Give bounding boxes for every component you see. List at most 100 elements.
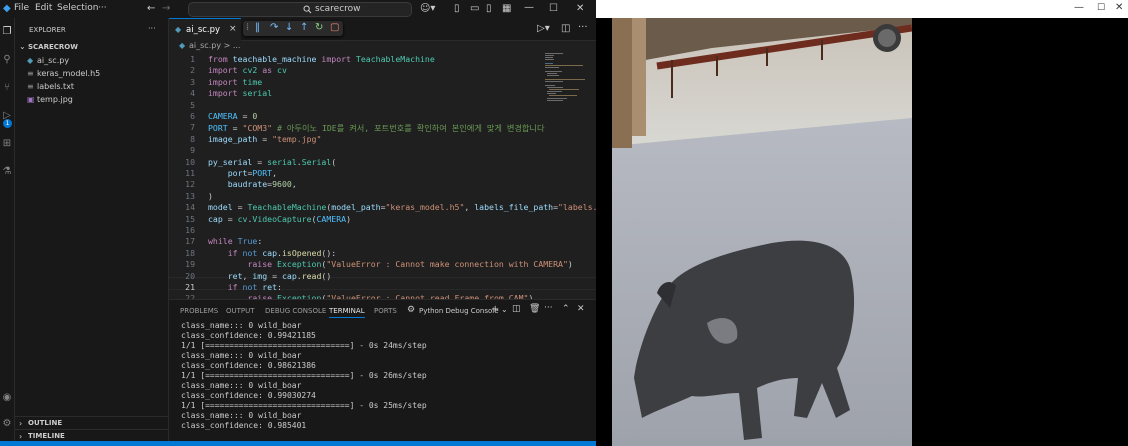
forward-arrow-icon[interactable]: → [162, 3, 170, 15]
folder-scarecrow[interactable]: SCARECROW [28, 43, 78, 51]
code-line: image_path = "temp.jpg" [208, 134, 322, 144]
terminal-instance-label[interactable]: Python Debug Console [419, 307, 499, 315]
status-bar [0, 441, 596, 446]
copilot-icon[interactable]: ☺▾ [420, 3, 435, 15]
split-editor-icon[interactable]: ◫ [561, 23, 570, 35]
maximize-panel-icon[interactable]: ⌃ [562, 304, 570, 314]
maximize-icon[interactable]: ☐ [549, 3, 558, 15]
customize-layout-icon[interactable]: ▦ [502, 3, 511, 15]
code-line: import serial [208, 88, 273, 98]
line-number: 18 [185, 248, 195, 258]
restart-icon[interactable]: ↻ [315, 22, 323, 33]
camera-title-bar: — ☐ ✕ [596, 0, 1128, 18]
split-terminal-icon[interactable]: ◫ [512, 304, 521, 314]
tab-close-icon[interactable]: × [229, 24, 237, 34]
breadcrumb-path[interactable]: ai_sc.py > ... [189, 41, 240, 50]
file-item-temp-jpg[interactable]: ▣ temp.jpg [15, 93, 168, 106]
pause-icon[interactable]: ‖ [255, 22, 260, 33]
file-item-ai-sc-py[interactable]: ◆ ai_sc.py [15, 54, 168, 67]
code-line: baudrate=9600, [227, 179, 297, 189]
step-out-icon[interactable]: ↑ [300, 22, 308, 33]
panel-more-icon[interactable]: ··· [544, 303, 553, 313]
command-center-search[interactable]: scarecrow [188, 2, 412, 17]
maximize-icon[interactable]: ☐ [1097, 3, 1105, 13]
code-line: port=PORT, [227, 168, 278, 178]
tab-problems[interactable]: PROBLEMS [180, 307, 218, 315]
menu-more[interactable]: ··· [98, 3, 107, 13]
code-line: ) [208, 191, 213, 201]
tab-label: ai_sc.py [186, 25, 221, 35]
extensions-icon[interactable]: ⊞ [1, 138, 13, 150]
account-icon[interactable]: ◉ [1, 392, 13, 404]
step-into-icon[interactable]: ↓ [285, 22, 293, 33]
search-view-icon[interactable]: ⚲ [1, 54, 13, 66]
code-line: ret, img = cap.read() [227, 271, 332, 281]
menu-edit[interactable]: Edit [35, 3, 52, 13]
tab-debug-console[interactable]: DEBUG CONSOLE [265, 307, 326, 315]
line-number: 3 [190, 77, 195, 87]
timeline-label: TIMELINE [28, 432, 65, 440]
line-number: 2 [190, 65, 195, 75]
toggle-panel-icon[interactable]: ▭ [470, 3, 479, 15]
toggle-primary-sidebar-icon[interactable]: ▯ [454, 3, 460, 15]
chevron-down-icon[interactable]: ⌄ [501, 305, 508, 314]
editor-more-icon[interactable]: ··· [578, 22, 588, 34]
explorer-title: EXPLORER [29, 26, 66, 34]
tab-ports[interactable]: PORTS [374, 307, 397, 315]
close-panel-icon[interactable]: ✕ [577, 304, 585, 314]
code-line: from teachable_machine import TeachableM… [208, 54, 435, 64]
line-number: 12 [185, 179, 195, 189]
trash-icon[interactable]: 🗑 [529, 304, 540, 314]
chevron-right-icon: › [19, 419, 23, 428]
code-line: import time [208, 77, 263, 87]
explorer-more-icon[interactable]: ··· [148, 24, 156, 33]
back-arrow-icon[interactable]: ← [147, 3, 155, 15]
code-line: raise Exception("ValueError : Cannot mak… [247, 259, 573, 269]
line-number: 6 [190, 111, 195, 121]
notification-badge: 1 [3, 119, 12, 128]
camera-preview-window: — ☐ ✕ [596, 0, 1128, 446]
manage-gear-icon[interactable]: ⚙ [1, 418, 13, 430]
outline-label: OUTLINE [28, 419, 63, 427]
testing-icon[interactable]: ⚗ [1, 166, 13, 178]
file-item-labels-txt[interactable]: ≡ labels.txt [15, 80, 168, 93]
step-over-icon[interactable]: ↷ [270, 22, 278, 33]
run-python-icon[interactable]: ▷▾ [537, 23, 550, 35]
terminal-line: class_confidence: 0.98621386 [181, 361, 316, 370]
line-number: 11 [185, 168, 195, 178]
minimap[interactable] [543, 52, 588, 112]
new-terminal-icon[interactable]: + [491, 304, 499, 315]
tab-terminal[interactable]: TERMINAL [329, 307, 365, 318]
explorer-sidebar: EXPLORER ··· ⌄ SCARECROW ◆ ai_sc.py ≡ ke… [15, 18, 169, 446]
drag-handle-icon[interactable]: ⁞ [246, 22, 249, 33]
terminal-line: class_name::: 0 wild_boar [181, 351, 302, 360]
code-line: if not ret: [227, 282, 282, 292]
file-item-keras-model[interactable]: ≡ keras_model.h5 [15, 67, 168, 80]
vscode-window: ◆ File Edit Selection ··· ← → scarecrow … [0, 0, 596, 446]
close-window-icon[interactable]: ✕ [1115, 2, 1123, 13]
minimize-icon[interactable]: — [1074, 2, 1084, 13]
file-name: temp.jpg [37, 95, 73, 104]
menu-selection[interactable]: Selection [57, 3, 98, 13]
tab-output[interactable]: OUTPUT [226, 307, 255, 315]
python-file-icon: ◆ [175, 25, 182, 34]
menu-file[interactable]: File [14, 3, 29, 13]
code-editor[interactable]: 1 2 3 4 5 6 7 8 9 10 11 12 13 14 15 16 1… [169, 52, 596, 299]
minimize-icon[interactable]: — [524, 2, 534, 14]
line-number: 9 [190, 145, 195, 155]
close-window-icon[interactable]: ✕ [576, 3, 584, 15]
toggle-secondary-sidebar-icon[interactable]: ▯ [486, 3, 492, 15]
stop-icon[interactable]: ▢ [330, 22, 339, 33]
terminal-line: class_confidence: 0.99421185 [181, 331, 316, 340]
outline-section[interactable]: › OUTLINE [15, 416, 168, 429]
line-number: 7 [190, 122, 195, 132]
line-number: 1 [190, 54, 195, 64]
source-control-icon[interactable]: ⑂ [1, 82, 13, 94]
explorer-icon[interactable]: ❐ [1, 26, 13, 38]
vscode-logo-icon: ◆ [3, 3, 11, 14]
line-number: 20 [185, 271, 195, 281]
code-line: PORT = "COM3" # 아두이노 IDE를 켜서, 포트번호를 확인하여… [208, 123, 545, 133]
line-number: 14 [185, 202, 195, 212]
chevron-down-icon[interactable]: ⌄ [19, 42, 26, 51]
tab-ai-sc-py[interactable]: ◆ ai_sc.py × [169, 18, 241, 41]
